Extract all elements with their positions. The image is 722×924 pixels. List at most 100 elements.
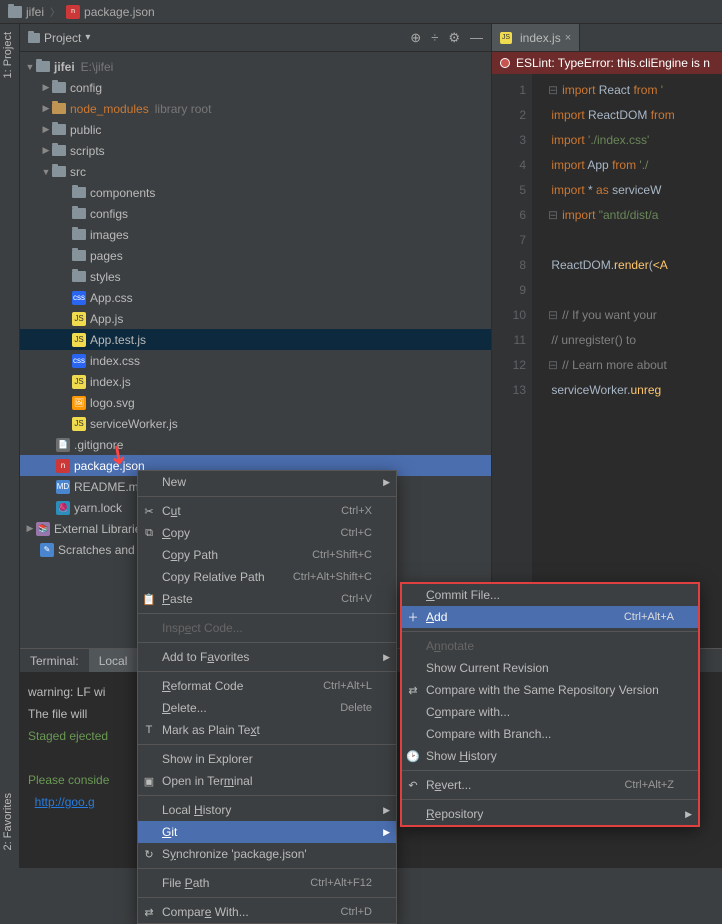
expand-icon[interactable] xyxy=(24,523,36,534)
git-menu-compare-with-branch[interactable]: Compare with Branch... xyxy=(402,723,698,745)
breadcrumb: jifei 〉 n package.json xyxy=(0,0,722,24)
expand-icon[interactable] xyxy=(24,62,36,72)
tree-label: images xyxy=(90,228,129,242)
git-menu-add[interactable]: ＋AddCtrl+Alt+A xyxy=(402,606,698,628)
terminal-link[interactable]: http://goo.g xyxy=(35,795,95,809)
git-menu-repository[interactable]: Repository▶ xyxy=(402,803,698,825)
menu-separator xyxy=(138,613,396,614)
tree-label: .gitignore xyxy=(74,438,123,452)
tree-node-images[interactable]: images xyxy=(20,224,491,245)
tree-node-public[interactable]: public xyxy=(20,119,491,140)
menu-separator xyxy=(138,795,396,796)
menu-local-history[interactable]: Local History▶ xyxy=(138,799,396,821)
folder-icon xyxy=(72,250,86,261)
tree-node-pages[interactable]: pages xyxy=(20,245,491,266)
editor-tab-index-js[interactable]: JS index.js × xyxy=(492,24,580,51)
tree-label: config xyxy=(70,81,102,95)
compare-icon: ⇄ xyxy=(142,906,156,919)
tree-node-serviceworker-js[interactable]: JS serviceWorker.js xyxy=(20,413,491,434)
close-icon[interactable]: × xyxy=(565,32,571,44)
tree-node-scripts[interactable]: scripts xyxy=(20,140,491,161)
breadcrumb-file[interactable]: n package.json xyxy=(66,5,155,19)
git-menu-compare-with[interactable]: Compare with... xyxy=(402,701,698,723)
menu-synchronize[interactable]: ↻Synchronize 'package.json' xyxy=(138,843,396,865)
breadcrumb-root[interactable]: jifei xyxy=(8,5,44,19)
expand-icon[interactable] xyxy=(40,145,52,156)
plus-icon: ＋ xyxy=(406,609,420,625)
menu-copy-path[interactable]: Copy PathCtrl+Shift+C xyxy=(138,544,396,566)
line-number: 13 xyxy=(492,378,526,403)
line-number: 6 xyxy=(492,203,526,228)
line-number: 1 xyxy=(492,78,526,103)
tree-node-styles[interactable]: styles xyxy=(20,266,491,287)
menu-file-path[interactable]: File PathCtrl+Alt+F12 xyxy=(138,872,396,894)
menu-mark-plain-text[interactable]: TMark as Plain Text xyxy=(138,719,396,741)
gear-icon[interactable]: ⚙ xyxy=(448,30,460,46)
target-icon[interactable]: ⊕ xyxy=(410,30,421,46)
menu-new[interactable]: New▶ xyxy=(138,471,396,493)
tree-node-node-modules[interactable]: node_modules library root xyxy=(20,98,491,119)
tree-node-app-js[interactable]: JS App.js xyxy=(20,308,491,329)
expand-icon[interactable] xyxy=(40,124,52,135)
git-menu-commit[interactable]: Commit File... xyxy=(402,584,698,606)
tree-node-app-css[interactable]: css App.css xyxy=(20,287,491,308)
tree-label: pages xyxy=(90,249,123,263)
collapse-icon[interactable]: ÷ xyxy=(431,30,438,46)
tree-node-app-test-js[interactable]: JS App.test.js xyxy=(20,329,491,350)
menu-copy-relative-path[interactable]: Copy Relative PathCtrl+Alt+Shift+C xyxy=(138,566,396,588)
git-menu-revert[interactable]: ↶Revert...Ctrl+Alt+Z xyxy=(402,774,698,796)
line-number: 5 xyxy=(492,178,526,203)
lint-error-bar[interactable]: ESLint: TypeError: this.cliEngine is n xyxy=(492,52,722,74)
expand-icon[interactable] xyxy=(40,82,52,93)
folder-icon xyxy=(72,229,86,240)
project-title[interactable]: Project ▾ xyxy=(28,31,410,45)
expand-icon[interactable] xyxy=(40,167,52,177)
expand-icon[interactable] xyxy=(40,103,52,114)
menu-git[interactable]: Git▶ xyxy=(138,821,396,843)
folder-icon xyxy=(72,187,86,198)
tree-node-index-css[interactable]: css index.css xyxy=(20,350,491,371)
tree-node-root[interactable]: jifei E:\jifei xyxy=(20,56,491,77)
tree-node-components[interactable]: components xyxy=(20,182,491,203)
menu-separator xyxy=(138,868,396,869)
menu-open-in-terminal[interactable]: ▣Open in Terminal xyxy=(138,770,396,792)
menu-paste[interactable]: 📋PasteCtrl+V xyxy=(138,588,396,610)
tree-node-logo-svg[interactable]: 🖼 logo.svg xyxy=(20,392,491,413)
tree-label: styles xyxy=(90,270,121,284)
folder-icon xyxy=(72,271,86,282)
git-menu-compare-same-repo[interactable]: ⇄Compare with the Same Repository Versio… xyxy=(402,679,698,701)
tree-label: README.md xyxy=(74,480,145,494)
tree-label-extra: library root xyxy=(155,102,212,116)
hide-icon[interactable]: — xyxy=(470,30,483,46)
menu-show-in-explorer[interactable]: Show in Explorer xyxy=(138,748,396,770)
tree-node-index-js[interactable]: JS index.js xyxy=(20,371,491,392)
terminal-tab-local[interactable]: Local xyxy=(89,649,138,672)
revert-icon: ↶ xyxy=(406,779,420,792)
git-submenu: Commit File... ＋AddCtrl+Alt+A Annotate S… xyxy=(400,582,700,827)
tree-node-config[interactable]: config xyxy=(20,77,491,98)
side-tab-favorites[interactable]: 2: Favorites xyxy=(0,785,16,858)
side-tab-project[interactable]: 1: Project xyxy=(0,24,16,86)
tree-node-gitignore[interactable]: 📄 .gitignore xyxy=(20,434,491,455)
menu-reformat-code[interactable]: Reformat CodeCtrl+Alt+L xyxy=(138,675,396,697)
menu-copy[interactable]: ⧉CopyCtrl+C xyxy=(138,522,396,544)
menu-compare-with[interactable]: ⇄Compare With...Ctrl+D xyxy=(138,901,396,923)
tree-node-configs[interactable]: configs xyxy=(20,203,491,224)
menu-cut[interactable]: ✂CutCtrl+X xyxy=(138,500,396,522)
menu-delete[interactable]: Delete...Delete xyxy=(138,697,396,719)
clock-icon: 🕑 xyxy=(406,750,420,763)
tree-label: public xyxy=(70,123,101,137)
terminal-tab-label[interactable]: Terminal: xyxy=(20,649,89,672)
git-menu-show-history[interactable]: 🕑Show History xyxy=(402,745,698,767)
terminal-icon: ▣ xyxy=(142,775,156,788)
git-menu-show-current-revision[interactable]: Show Current Revision xyxy=(402,657,698,679)
menu-add-to-favorites[interactable]: Add to Favorites▶ xyxy=(138,646,396,668)
menu-separator xyxy=(138,671,396,672)
line-number: 2 xyxy=(492,103,526,128)
tree-label: node_modules xyxy=(70,102,149,116)
tree-label: logo.svg xyxy=(90,396,135,410)
sync-icon: ↻ xyxy=(142,848,156,861)
left-side-tabs: 1: Project 2: Favorites xyxy=(0,24,20,868)
folder-icon xyxy=(52,124,66,135)
tree-node-src[interactable]: src xyxy=(20,161,491,182)
